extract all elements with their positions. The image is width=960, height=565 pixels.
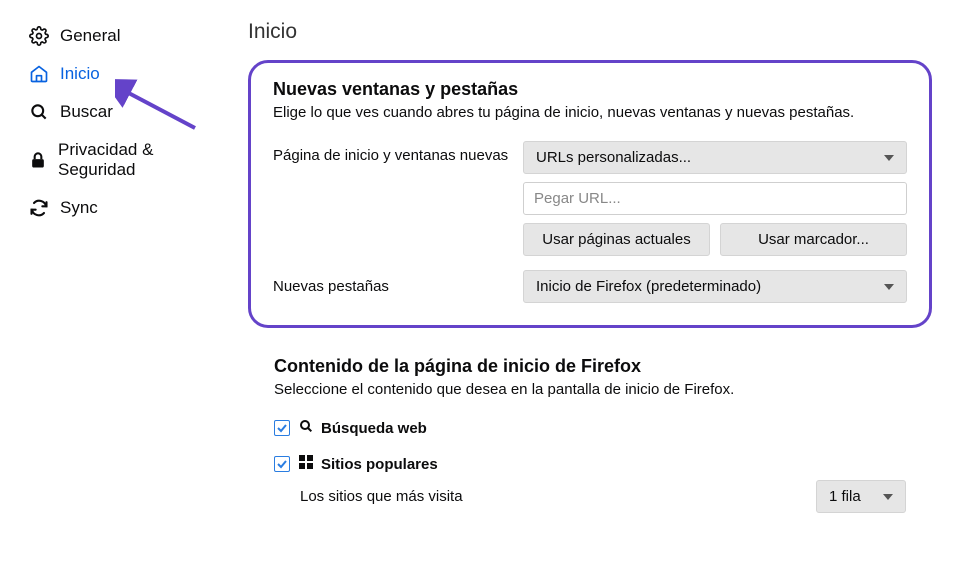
- home-content-section: Contenido de la página de inicio de Fire…: [248, 356, 932, 513]
- gear-icon: [28, 26, 50, 46]
- top-sites-label: Sitios populares: [298, 454, 438, 474]
- page-title: Inicio: [248, 20, 932, 44]
- use-bookmark-button[interactable]: Usar marcador...: [720, 223, 907, 256]
- sync-icon: [28, 198, 50, 218]
- sidebar-item-inicio[interactable]: Inicio: [28, 58, 208, 96]
- newtab-label: Nuevas pestañas: [273, 278, 523, 295]
- sidebar-item-label: General: [60, 26, 120, 46]
- section-desc: Elige lo que ves cuando abres tu página …: [273, 104, 907, 121]
- sidebar-item-sync[interactable]: Sync: [28, 192, 208, 230]
- sidebar-item-general[interactable]: General: [28, 20, 208, 58]
- section-title: Contenido de la página de inicio de Fire…: [274, 356, 906, 377]
- main-content: Inicio Nuevas ventanas y pestañas Elige …: [208, 20, 932, 513]
- sidebar-item-label: Inicio: [60, 64, 100, 84]
- sidebar-item-label: Sync: [60, 198, 98, 218]
- web-search-label: Búsqueda web: [298, 418, 427, 438]
- grid-icon: [298, 454, 314, 474]
- search-icon: [28, 102, 50, 122]
- chevron-down-icon: [883, 494, 893, 500]
- newtab-select[interactable]: Inicio de Firefox (predeterminado): [523, 270, 907, 303]
- new-windows-tabs-section: Nuevas ventanas y pestañas Elige lo que …: [248, 60, 932, 328]
- homepage-select[interactable]: URLs personalizadas...: [523, 141, 907, 174]
- newtab-row: Nuevas pestañas Inicio de Firefox (prede…: [273, 270, 907, 303]
- homepage-row: Página de inicio y ventanas nuevas URLs …: [273, 141, 907, 256]
- homepage-buttons: Usar páginas actuales Usar marcador...: [523, 223, 907, 256]
- sidebar-item-label: Privacidad & Seguridad: [58, 140, 208, 180]
- check-label-text: Búsqueda web: [321, 420, 427, 437]
- home-icon: [28, 64, 50, 84]
- search-icon: [298, 418, 314, 438]
- check-label-text: Sitios populares: [321, 456, 438, 473]
- sidebar: General Inicio Buscar: [28, 20, 208, 513]
- lock-icon: [28, 150, 48, 170]
- section-title: Nuevas ventanas y pestañas: [273, 79, 907, 100]
- homepage-label: Página de inicio y ventanas nuevas: [273, 141, 523, 164]
- homepage-controls: URLs personalizadas... Usar páginas actu…: [523, 141, 907, 256]
- chevron-down-icon: [884, 284, 894, 290]
- top-sites-sub-row: Los sitios que más visita 1 fila: [300, 480, 906, 513]
- top-sites-rows-select[interactable]: 1 fila: [816, 480, 906, 513]
- web-search-checkbox[interactable]: [274, 420, 290, 436]
- select-value: URLs personalizadas...: [536, 149, 691, 166]
- select-value: Inicio de Firefox (predeterminado): [536, 278, 761, 295]
- web-search-row: Búsqueda web: [274, 418, 906, 438]
- sidebar-item-label: Buscar: [60, 102, 113, 122]
- homepage-url-input[interactable]: [523, 182, 907, 215]
- section-desc: Seleccione el contenido que desea en la …: [274, 381, 906, 398]
- use-current-pages-button[interactable]: Usar páginas actuales: [523, 223, 710, 256]
- chevron-down-icon: [884, 155, 894, 161]
- top-sites-checkbox[interactable]: [274, 456, 290, 472]
- select-value: 1 fila: [829, 488, 861, 505]
- top-sites-row: Sitios populares: [274, 454, 906, 474]
- top-sites-desc: Los sitios que más visita: [300, 488, 463, 505]
- sidebar-item-buscar[interactable]: Buscar: [28, 96, 208, 134]
- sidebar-item-privacidad[interactable]: Privacidad & Seguridad: [28, 134, 208, 192]
